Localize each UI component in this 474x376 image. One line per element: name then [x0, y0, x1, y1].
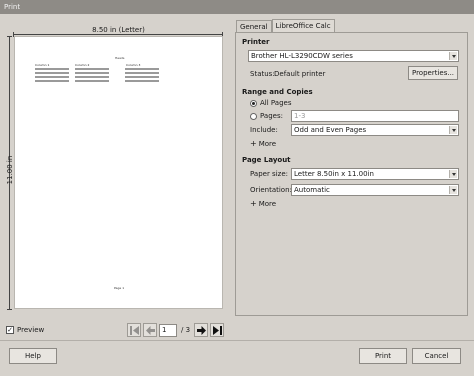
last-page-button[interactable]: [210, 323, 225, 337]
tab-bar: General LibreOffice Calc: [236, 19, 335, 33]
all-pages-label: All Pages: [260, 99, 292, 107]
last-page-icon: [212, 325, 222, 335]
preview-toggle[interactable]: ✓ Preview: [6, 326, 44, 334]
next-page-button[interactable]: [194, 323, 209, 337]
preview-column-header: Column 3: [126, 63, 141, 67]
printer-select[interactable]: Brother HL-L3290CDW series: [248, 50, 459, 62]
arrow-right-icon: [196, 325, 206, 335]
include-select-value: Odd and Even Pages: [294, 126, 367, 134]
first-page-button[interactable]: [127, 323, 141, 337]
include-select[interactable]: Odd and Even Pages: [291, 124, 459, 136]
page-number-input[interactable]: 1: [159, 323, 177, 337]
preview-column-header: Column 2: [75, 63, 90, 67]
plus-icon: +: [250, 199, 257, 208]
chevron-down-icon: [449, 170, 457, 178]
help-button[interactable]: Help: [9, 348, 57, 364]
preview-checkbox[interactable]: ✓: [6, 326, 14, 334]
status-label: Status:: [250, 70, 275, 78]
first-page-icon: [129, 325, 139, 335]
tab-libreoffice-calc[interactable]: LibreOffice Calc: [271, 19, 335, 32]
orientation-select[interactable]: Automatic: [291, 184, 459, 196]
page-count: / 3: [181, 326, 191, 334]
window-title: Print: [0, 0, 474, 14]
width-ruler: [13, 32, 223, 37]
paper-height-label: 11.00 in: [6, 155, 14, 185]
range-section-title: Range and Copies: [242, 88, 313, 96]
layout-more-label: More: [258, 200, 277, 208]
preview-page-header: Heads: [115, 56, 125, 60]
page-layout-section-title: Page Layout: [242, 156, 291, 164]
orientation-label: Orientation:: [250, 186, 292, 194]
print-button[interactable]: Print: [359, 348, 407, 364]
button-bar-separator: [0, 340, 474, 341]
range-more-label: More: [258, 140, 277, 148]
paper-size-select[interactable]: Letter 8.50in x 11.00in: [291, 168, 459, 180]
all-pages-radio[interactable]: [250, 100, 257, 107]
page-preview: Heads Column 1 Column 2 Column 3 Page 1: [14, 36, 223, 309]
range-more-expander[interactable]: + More: [250, 139, 277, 149]
paper-size-label: Paper size:: [250, 170, 288, 178]
cancel-button[interactable]: Cancel: [412, 348, 461, 364]
preview-column-header: Column 1: [35, 63, 50, 67]
include-label: Include:: [250, 126, 278, 134]
pages-label: Pages:: [260, 112, 283, 120]
previous-page-button[interactable]: [143, 323, 157, 337]
printer-section-title: Printer: [242, 38, 270, 46]
status-value: Default printer: [274, 70, 326, 78]
pages-input[interactable]: 1-3: [291, 110, 459, 122]
chevron-down-icon: [449, 126, 457, 134]
properties-button[interactable]: Properties...: [408, 66, 458, 80]
paper-width-label: 8.50 in (Letter): [92, 26, 145, 34]
preview-checkbox-label: Preview: [17, 326, 45, 334]
orientation-value: Automatic: [294, 186, 330, 194]
preview-page-footer: Page 1: [114, 286, 125, 290]
chevron-down-icon: [449, 186, 457, 194]
layout-more-expander[interactable]: + More: [250, 199, 277, 209]
arrow-left-icon: [145, 325, 155, 335]
plus-icon: +: [250, 139, 257, 148]
page-navigation: 1 / 3: [127, 323, 225, 337]
printer-select-value: Brother HL-L3290CDW series: [251, 52, 353, 60]
chevron-down-icon: [449, 52, 457, 60]
paper-size-value: Letter 8.50in x 11.00in: [294, 170, 374, 178]
pages-radio[interactable]: [250, 113, 257, 120]
